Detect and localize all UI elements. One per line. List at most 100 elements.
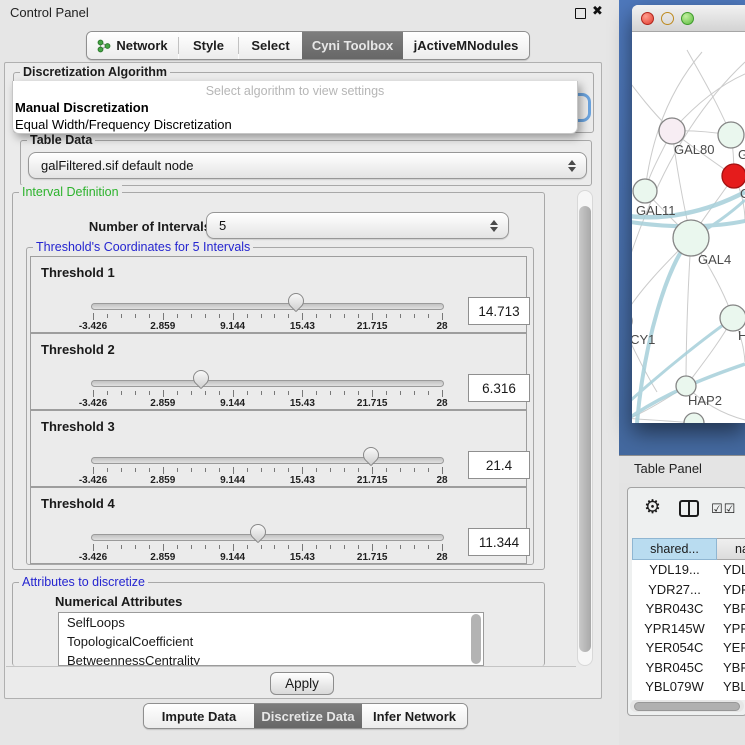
tab-label: Discretize Data [261, 709, 354, 724]
table-data-combo[interactable]: galFiltered.sif default node [28, 152, 587, 179]
panel-title: Control Panel [10, 5, 89, 20]
slider-track[interactable] [91, 457, 444, 464]
node-label: GA [738, 147, 745, 162]
float-window-icon[interactable] [575, 8, 586, 19]
threshold-value-field[interactable]: 14.713 [468, 297, 530, 325]
select-columns-icon[interactable]: ☑☑ [711, 501, 736, 517]
slider-track[interactable] [91, 380, 444, 387]
control-panel: Control Panel ✖ Network Style Select Cyn… [0, 0, 619, 745]
node-label: C [740, 186, 745, 201]
stepper-icon [490, 220, 499, 232]
table-row[interactable]: YDR27...YDR27 [632, 580, 745, 600]
numerical-attributes-list[interactable]: SelfLoopsTopologicalCoefficientBetweenne… [58, 612, 484, 666]
tab-discretize-data[interactable]: Discretize Data [254, 704, 362, 728]
tab-jactivemnodules[interactable]: jActiveMNodules [403, 32, 529, 59]
tab-select[interactable]: Select [239, 32, 302, 59]
slider-track[interactable] [91, 534, 444, 541]
network-view-window: GAL80 GA C GAL11 GAL4 GCY1 H HAP2 [632, 5, 745, 423]
main-scrollbar-thumb[interactable] [579, 206, 591, 652]
table-hscrollbar-thumb[interactable] [634, 702, 740, 711]
threshold-label: Threshold 3 [41, 419, 115, 434]
list-item[interactable]: TopologicalCoefficient [59, 632, 483, 651]
list-scrollbar[interactable] [471, 614, 481, 664]
network-node[interactable] [722, 164, 745, 188]
close-icon[interactable]: ✖ [592, 3, 603, 19]
viewport-divider [6, 666, 576, 667]
combo-value: galFiltered.sif default node [41, 158, 193, 173]
popup-item-equal-width-frequency[interactable]: Equal Width/Frequency Discretization [13, 116, 577, 133]
tab-label: Style [193, 38, 224, 53]
tab-label: Network [116, 38, 167, 53]
group-title: Interval Definition [19, 185, 122, 199]
table-row[interactable]: YBR043CYBR043C [632, 599, 745, 619]
node-label: GAL80 [674, 142, 714, 157]
threshold-value-field[interactable]: 11.344 [468, 528, 530, 556]
close-traffic-light-icon[interactable] [641, 12, 654, 25]
table-row[interactable]: YER054CYER054C [632, 638, 745, 658]
tab-label: Infer Network [373, 709, 456, 724]
slider-scale: -3.4262.8599.14415.4321.71528 [93, 320, 442, 333]
table-row[interactable]: YDL19...YDL19 [632, 560, 745, 580]
popup-item-manual-discretization[interactable]: Manual Discretization [13, 99, 577, 116]
group-title: Attributes to discretize [19, 575, 148, 589]
node-label: GAL11 [636, 203, 676, 218]
threshold-value-field[interactable]: 21.4 [468, 451, 530, 479]
network-icon [97, 39, 111, 53]
threshold-value-field[interactable]: 6.316 [468, 374, 530, 402]
slider-track[interactable] [91, 303, 444, 310]
group-title: Table Data [27, 133, 95, 147]
threshold-label: Threshold 4 [41, 496, 115, 511]
list-item[interactable]: SelfLoops [59, 613, 483, 632]
apply-button[interactable]: Apply [270, 672, 334, 695]
algorithm-dropdown-popup: Select algorithm to view settings Manual… [12, 81, 578, 134]
tab-impute-data[interactable]: Impute Data [144, 704, 254, 728]
table-panel-title: Table Panel [634, 461, 702, 476]
threshold-label: Threshold 1 [41, 265, 115, 280]
number-of-intervals-combo[interactable]: 5 [206, 212, 509, 239]
slider-scale: -3.4262.8599.14415.4321.71528 [93, 474, 442, 487]
network-node[interactable] [718, 122, 744, 148]
table-data-group: Table Data galFiltered.sif default node [20, 140, 592, 186]
tab-label: Impute Data [162, 709, 236, 724]
table-body: YDL19...YDL19YDR27...YDR27YBR043CYBR043C… [632, 560, 745, 700]
node-label: H [738, 328, 745, 343]
combo-value: 5 [219, 218, 226, 233]
network-window-titlebar[interactable] [632, 5, 745, 32]
network-node[interactable] [684, 413, 704, 423]
tab-label: Select [251, 38, 289, 53]
node-label: HAP2 [688, 393, 722, 408]
column-header-shared-name[interactable]: shared... [632, 538, 717, 560]
group-title: Discretization Algorithm [20, 65, 170, 79]
bottom-tab-bar: Impute Data Discretize Data Infer Networ… [143, 703, 468, 729]
group-title: Threshold's Coordinates for 5 Intervals [33, 240, 253, 254]
column-view-icon[interactable] [679, 500, 699, 517]
zoom-traffic-light-icon[interactable] [681, 12, 694, 25]
threshold-4-panel: Threshold 4 -3.4262.8599.14415.4321.7152… [30, 487, 527, 564]
minimize-traffic-light-icon[interactable] [661, 12, 674, 25]
tab-infer-network[interactable]: Infer Network [362, 704, 467, 728]
numerical-attributes-label: Numerical Attributes [55, 594, 182, 609]
list-item[interactable]: BetweennessCentrality [59, 651, 483, 666]
tab-label: Cyni Toolbox [312, 38, 393, 53]
node-label: GCY1 [632, 332, 655, 347]
node-label: GAL4 [698, 252, 731, 267]
network-node[interactable] [659, 118, 685, 144]
gear-icon[interactable]: ⚙ [644, 496, 661, 519]
table-row[interactable]: YBR045CYBR045C [632, 658, 745, 678]
threshold-2-panel: Threshold 2 -3.4262.8599.14415.4321.7152… [30, 333, 527, 410]
column-header-name[interactable]: name [717, 538, 745, 560]
slider-scale: -3.4262.8599.14415.4321.71528 [93, 551, 442, 564]
popup-placeholder: Select algorithm to view settings [13, 81, 577, 99]
stepper-icon [568, 160, 577, 172]
network-node[interactable] [673, 220, 709, 256]
network-canvas[interactable]: GAL80 GA C GAL11 GAL4 GCY1 H HAP2 [632, 32, 745, 423]
tab-cyni-toolbox[interactable]: Cyni Toolbox [302, 32, 403, 59]
tab-style[interactable]: Style [179, 32, 238, 59]
threshold-1-panel: Threshold 1 -3.4262.8599.14415.4321.7152… [30, 256, 527, 333]
table-row[interactable]: YPR145WYPR145W [632, 619, 745, 639]
threshold-3-panel: Threshold 3 -3.4262.8599.14415.4321.7152… [30, 410, 527, 487]
network-node[interactable] [633, 179, 657, 203]
table-row[interactable]: YBL079WYBL079W [632, 677, 745, 697]
number-of-intervals-label: Number of Intervals [71, 219, 211, 234]
tab-network[interactable]: Network [87, 32, 178, 59]
